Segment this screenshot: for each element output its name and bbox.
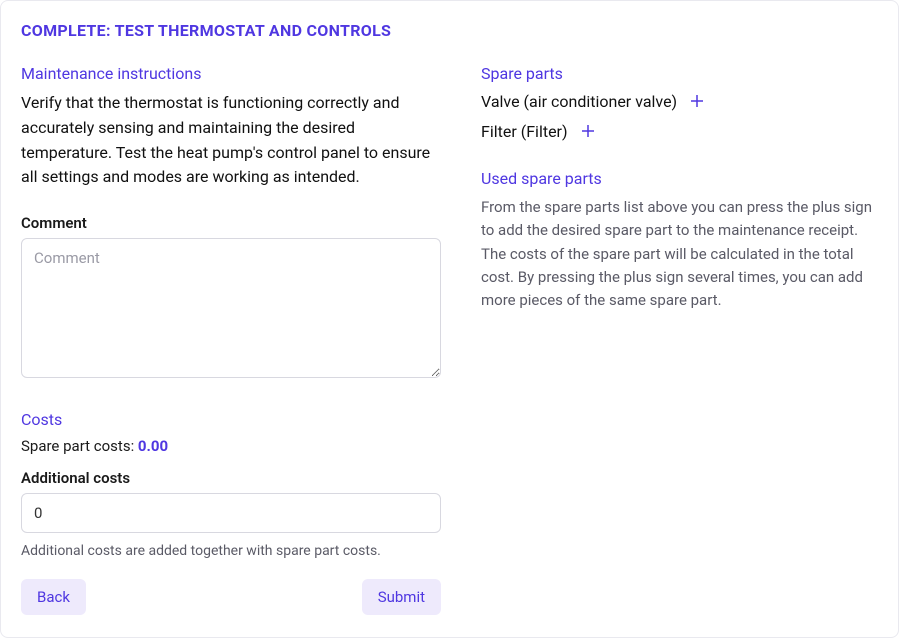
spare-parts-list: Valve (air conditioner valve) Filter (Fi… — [481, 91, 878, 141]
comment-label: Comment — [21, 214, 441, 232]
instructions-body: Verify that the thermostat is functionin… — [21, 91, 441, 190]
spare-part-costs-label: Spare part costs: — [21, 437, 138, 455]
spare-parts-title: Spare parts — [481, 64, 878, 83]
back-button[interactable]: Back — [21, 579, 86, 615]
submit-button[interactable]: Submit — [362, 579, 441, 615]
add-spare-part-button[interactable] — [687, 91, 707, 111]
used-spare-parts-description: From the spare parts list above you can … — [481, 196, 878, 312]
plus-icon — [688, 92, 706, 110]
comment-input[interactable] — [21, 238, 441, 378]
costs-title: Costs — [21, 410, 441, 429]
left-column: Maintenance instructions Verify that the… — [21, 64, 441, 615]
right-column: Spare parts Valve (air conditioner valve… — [481, 64, 878, 615]
spare-part-costs-value: 0.00 — [138, 437, 168, 455]
spare-part-label: Valve (air conditioner valve) — [481, 92, 677, 111]
additional-costs-input[interactable] — [21, 493, 441, 533]
page-title: COMPLETE: TEST THERMOSTAT AND CONTROLS — [21, 21, 878, 40]
spare-part-label: Filter (Filter) — [481, 122, 568, 141]
additional-costs-label: Additional costs — [21, 469, 441, 487]
used-spare-parts-title: Used spare parts — [481, 169, 878, 188]
spare-part-item: Filter (Filter) — [481, 121, 878, 141]
additional-costs-help: Additional costs are added together with… — [21, 543, 441, 559]
add-spare-part-button[interactable] — [578, 121, 598, 141]
instructions-title: Maintenance instructions — [21, 64, 441, 83]
button-row: Back Submit — [21, 579, 441, 615]
spare-part-costs-line: Spare part costs: 0.00 — [21, 437, 441, 455]
spare-part-item: Valve (air conditioner valve) — [481, 91, 878, 111]
maintenance-complete-card: COMPLETE: TEST THERMOSTAT AND CONTROLS M… — [0, 0, 899, 638]
plus-icon — [579, 122, 597, 140]
columns: Maintenance instructions Verify that the… — [21, 64, 878, 615]
